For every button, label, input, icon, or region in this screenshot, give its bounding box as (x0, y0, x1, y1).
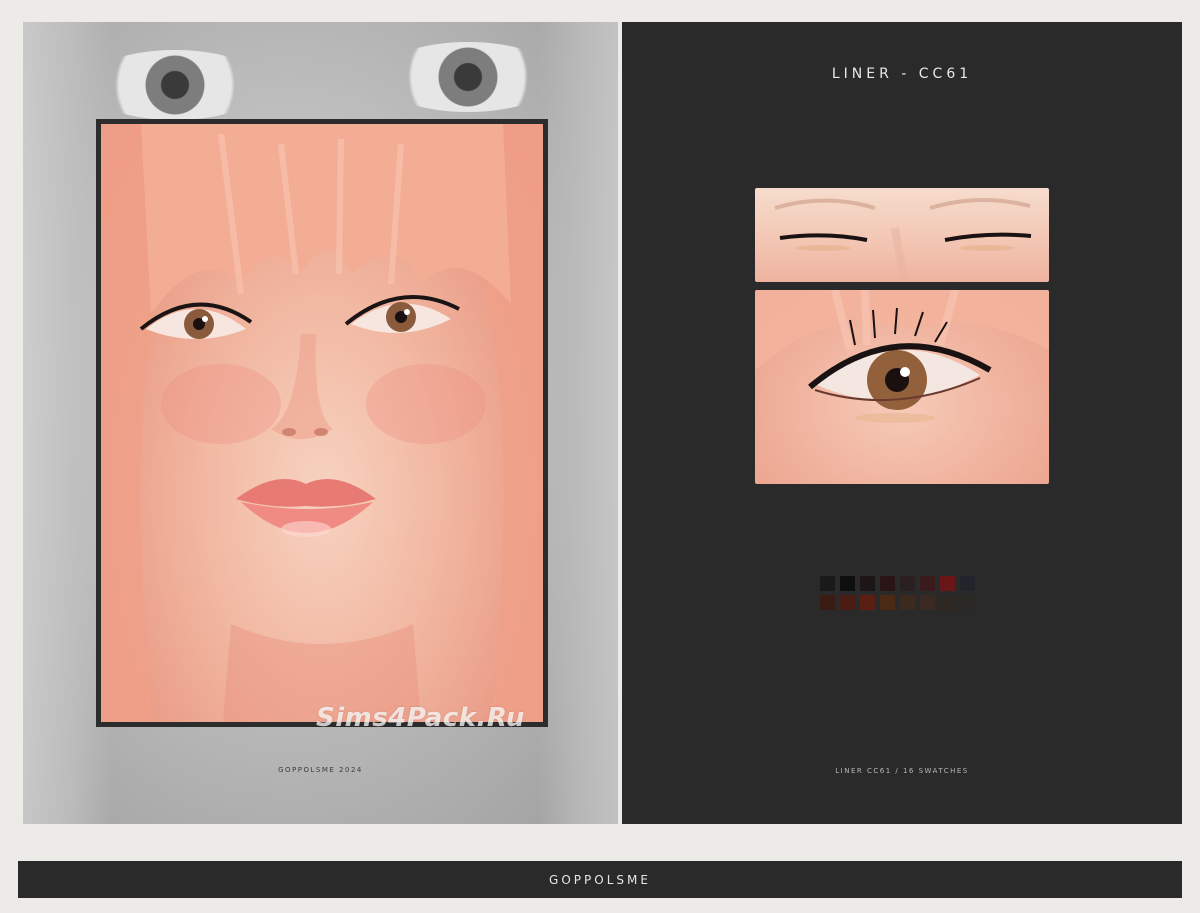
footer-bar: GOPPOLSME (18, 861, 1182, 898)
swatch-6[interactable] (920, 576, 935, 591)
swatch-14[interactable] (920, 595, 935, 610)
closed-eyes-preview (755, 188, 1049, 282)
preview-caption: GOPPOLSME 2024 (278, 766, 363, 774)
footer-brand: GOPPOLSME (549, 872, 651, 887)
preview-panel: Sims4Pack.Ru GOPPOLSME 2024 (23, 22, 618, 824)
background-hair-right (538, 22, 618, 824)
swatch-16[interactable] (960, 595, 975, 610)
product-title: LINER - CC61 (831, 66, 973, 82)
swatch-12[interactable] (880, 595, 895, 610)
swatch-count-caption: LINER CC61 / 16 SWATCHES (835, 767, 969, 775)
swatch-13[interactable] (900, 595, 915, 610)
swatch-11[interactable] (860, 595, 875, 610)
swatch-4[interactable] (880, 576, 895, 591)
swatch-3[interactable] (860, 576, 875, 591)
details-panel: LINER - CC61 LINER CC61 / 16 SWATCHES (622, 22, 1182, 824)
swatch-10[interactable] (840, 595, 855, 610)
background-eye-left (85, 50, 265, 120)
eye-closeup-preview (755, 290, 1049, 484)
swatch-15[interactable] (940, 595, 955, 610)
color-swatches (820, 576, 984, 610)
swatch-1[interactable] (820, 576, 835, 591)
portrait-image (101, 124, 543, 722)
swatch-2[interactable] (840, 576, 855, 591)
swatch-8[interactable] (960, 576, 975, 591)
background-eye-right (378, 42, 558, 112)
watermark-text: Sims4Pack.Ru (316, 703, 525, 733)
swatch-7[interactable] (940, 576, 955, 591)
portrait-frame (96, 119, 548, 727)
swatch-5[interactable] (900, 576, 915, 591)
swatch-9[interactable] (820, 595, 835, 610)
